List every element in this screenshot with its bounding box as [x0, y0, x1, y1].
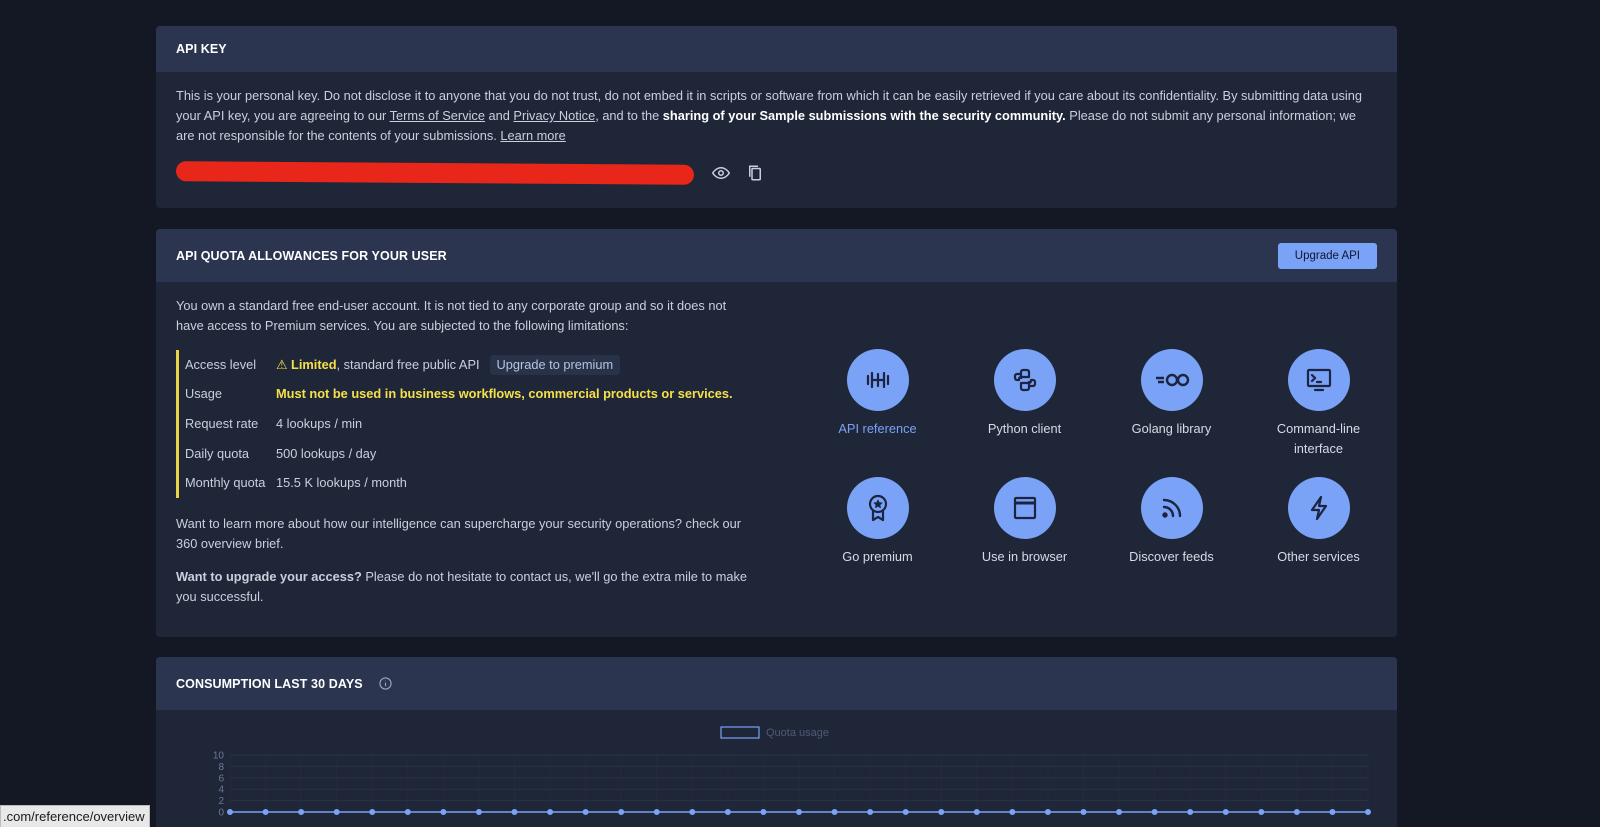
- warning-icon: ⚠: [276, 356, 292, 372]
- chart-legend[interactable]: Quota usage: [720, 726, 829, 739]
- data-point[interactable]: [618, 809, 625, 815]
- tile-go-premium[interactable]: Go premium: [804, 477, 951, 591]
- data-point[interactable]: [475, 809, 482, 815]
- data-point[interactable]: [262, 809, 269, 815]
- data-point[interactable]: [653, 809, 660, 815]
- status-bar-url: .com/reference/overview: [0, 805, 150, 827]
- data-point[interactable]: [1293, 809, 1300, 815]
- data-point[interactable]: [547, 809, 554, 815]
- consumption-header: CONSUMPTION LAST 30 DAYS: [156, 657, 1397, 710]
- legend-label: Quota usage: [766, 727, 829, 739]
- award-icon: [846, 477, 909, 539]
- consumption-chart: Quota usage 1086420: [213, 726, 1371, 819]
- data-point[interactable]: [1365, 809, 1371, 815]
- quota-header-title: API QUOTA ALLOWANCES FOR YOUR USER: [176, 248, 447, 263]
- limit-row-access-level: Access level ⚠ Limited, standard free pu…: [185, 350, 756, 380]
- data-point[interactable]: [511, 809, 518, 815]
- data-point[interactable]: [1222, 809, 1229, 815]
- quota-card: API QUOTA ALLOWANCES FOR YOUR USER Upgra…: [156, 229, 1397, 637]
- api-icon: [846, 349, 909, 411]
- api-key-value-redacted: [176, 161, 694, 185]
- data-point[interactable]: [1187, 809, 1194, 815]
- api-key-row: [176, 160, 1377, 186]
- api-key-header: API KEY: [156, 26, 1397, 72]
- data-point[interactable]: [1258, 809, 1265, 815]
- learn-more-link[interactable]: Learn more: [500, 128, 565, 143]
- limit-row-usage: Usage Must not be used in business workf…: [185, 386, 733, 402]
- data-point[interactable]: [796, 809, 802, 815]
- data-point[interactable]: [1044, 809, 1051, 815]
- data-point[interactable]: [582, 809, 589, 815]
- upgrade-paragraph: Want to upgrade your access? Please do n…: [176, 568, 747, 604]
- y-tick-label: 6: [218, 773, 224, 784]
- y-tick-label: 8: [218, 762, 224, 773]
- data-point[interactable]: [369, 809, 376, 815]
- rss-icon: [1140, 477, 1203, 539]
- api-key-card: API KEY This is your personal key. Do no…: [156, 26, 1397, 208]
- tile-discover-feeds[interactable]: Discover feeds: [1098, 477, 1245, 591]
- tile-command-line-interface[interactable]: Command-line interface: [1245, 349, 1392, 463]
- data-point[interactable]: [973, 809, 980, 815]
- data-point[interactable]: [760, 809, 767, 815]
- data-point[interactable]: [1009, 809, 1016, 815]
- data-point[interactable]: [298, 809, 305, 815]
- consumption-header-title: CONSUMPTION LAST 30 DAYS: [176, 676, 363, 691]
- data-point[interactable]: [1116, 809, 1123, 815]
- tile-golang-library[interactable]: Golang library: [1098, 349, 1245, 463]
- consumption-card: CONSUMPTION LAST 30 DAYS Quota usage 10 8…: [156, 657, 1397, 827]
- data-point[interactable]: [404, 809, 411, 815]
- legend-swatch: [720, 726, 760, 739]
- copy-icon[interactable]: [744, 162, 766, 184]
- terminal-icon: [1287, 349, 1350, 411]
- data-point[interactable]: [938, 809, 945, 815]
- data-point[interactable]: [1151, 809, 1158, 815]
- data-point[interactable]: [227, 809, 233, 815]
- data-point[interactable]: [440, 809, 447, 815]
- data-point[interactable]: [724, 809, 731, 815]
- terms-of-service-link[interactable]: Terms of Service: [390, 108, 485, 123]
- limits-table: Access level ⚠ Limited, standard free pu…: [176, 350, 756, 498]
- python-icon: [993, 349, 1056, 411]
- quota-intro: You own a standard free end-user account…: [176, 298, 727, 333]
- page: API KEY This is your personal key. Do no…: [0, 0, 1600, 827]
- browser-icon: [993, 477, 1056, 539]
- y-tick-label: 4: [218, 785, 224, 796]
- limit-row-daily-quota: Daily quota 500 lookups / day: [185, 445, 377, 461]
- chart-grid: [229, 754, 1369, 813]
- quota-details: You own a standard free end-user account…: [176, 296, 756, 607]
- privacy-notice-link[interactable]: Privacy Notice: [513, 108, 595, 123]
- y-tick-label: 10: [213, 751, 225, 762]
- data-point[interactable]: [902, 809, 909, 815]
- resource-tiles: API reference Python client Golang libra…: [804, 349, 1394, 591]
- data-point[interactable]: [831, 809, 838, 815]
- learn-more-paragraph: Want to learn more about how our intelli…: [176, 515, 742, 551]
- api-key-description: This is your personal key. Do not disclo…: [176, 88, 1362, 143]
- upgrade-to-premium-link[interactable]: Upgrade to premium: [489, 354, 621, 375]
- api-key-body: This is your personal key. Do not disclo…: [156, 72, 1397, 200]
- data-point[interactable]: [333, 809, 340, 815]
- limit-row-monthly-quota: Monthly quota 15.5 K lookups / month: [185, 475, 407, 491]
- chart-series: [227, 809, 1371, 815]
- tile-use-in-browser[interactable]: Use in browser: [951, 477, 1098, 591]
- data-point[interactable]: [867, 809, 874, 815]
- tile-other-services[interactable]: Other services: [1245, 477, 1392, 591]
- y-tick-label: 0: [218, 808, 224, 819]
- upgrade-api-button[interactable]: Upgrade API: [1277, 242, 1377, 269]
- tile-api-reference[interactable]: API reference: [804, 349, 951, 463]
- tile-python-client[interactable]: Python client: [951, 349, 1098, 463]
- quota-header: API QUOTA ALLOWANCES FOR YOUR USER Upgra…: [156, 229, 1397, 282]
- go-icon: [1140, 349, 1203, 411]
- data-point[interactable]: [1080, 809, 1087, 815]
- info-icon[interactable]: [379, 677, 392, 690]
- data-point[interactable]: [689, 809, 696, 815]
- limit-row-request-rate: Request rate 4 lookups / min: [185, 415, 363, 431]
- lightning-icon: [1287, 477, 1350, 539]
- chart-y-ticks: 1086420: [213, 751, 225, 819]
- data-point[interactable]: [1329, 809, 1336, 815]
- y-tick-label: 2: [218, 796, 224, 807]
- eye-icon[interactable]: [710, 162, 732, 184]
